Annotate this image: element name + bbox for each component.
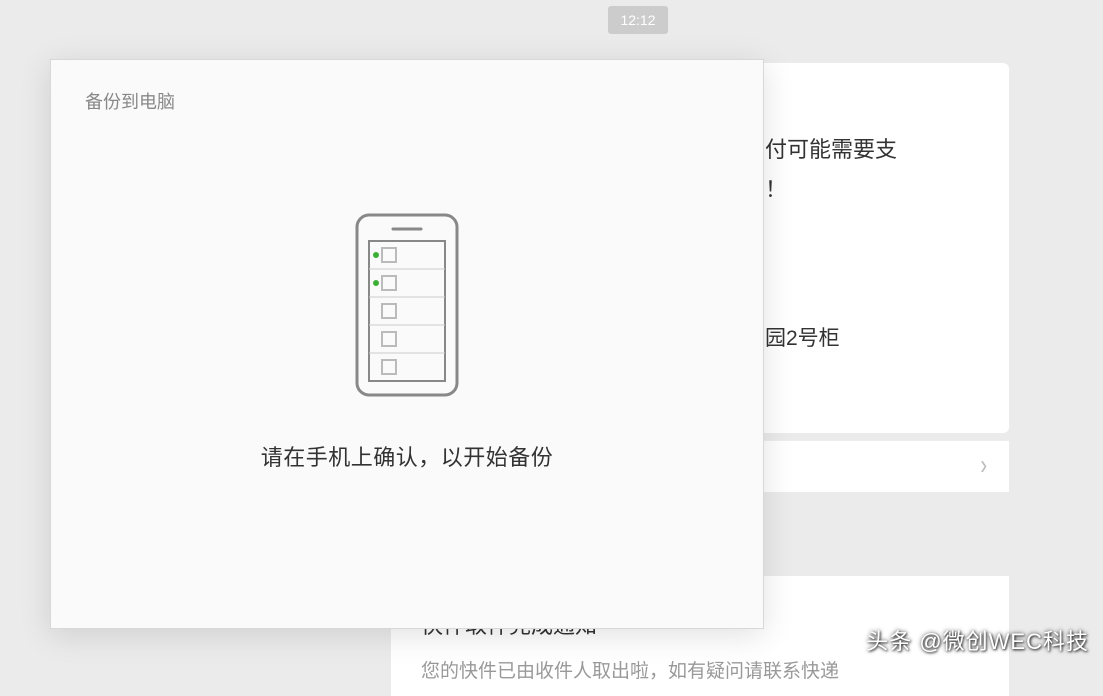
- dialog-title: 备份到电脑: [51, 60, 763, 114]
- backup-dialog: 备份到电脑: [50, 59, 764, 629]
- phone-illustration-icon: [355, 213, 459, 402]
- chevron-right-icon: ›: [980, 450, 987, 482]
- background-text-fragment-2: 园2号柜: [765, 322, 840, 352]
- dialog-message: 请在手机上确认，以开始备份: [261, 440, 554, 472]
- watermark-text: 头条 @微创WEC科技: [866, 624, 1089, 656]
- timestamp-text: 12:12: [620, 12, 655, 28]
- timestamp-badge: 12:12: [608, 6, 668, 34]
- notification-subtitle: 您的快件已由收件人取出啦，如有疑问请联系快递: [421, 656, 979, 683]
- background-text-fragment: 付可能需要支 ！: [765, 130, 897, 209]
- dialog-body: 请在手机上确认，以开始备份: [51, 114, 763, 628]
